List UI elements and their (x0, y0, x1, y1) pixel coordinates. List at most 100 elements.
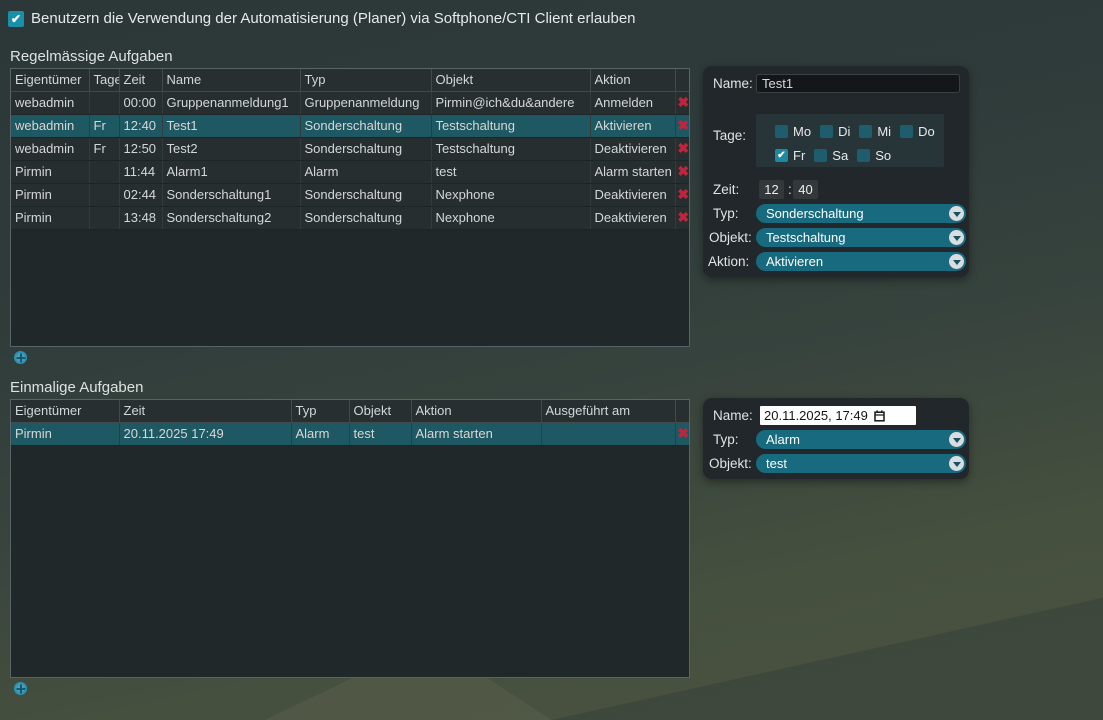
column-header: Name (162, 69, 300, 91)
day-label: Sa (832, 148, 848, 163)
day-label: So (875, 148, 891, 163)
day-checkbox-fr[interactable]: ✔ Fr (775, 148, 805, 163)
checkbox-icon[interactable] (900, 125, 913, 138)
cell-type: Alarm (300, 160, 431, 183)
cell-delete: ✖ (675, 91, 690, 114)
cell-name: Sonderschaltung1 (162, 183, 300, 206)
action-label: Aktion: (708, 254, 749, 269)
regular-tasks-title: Regelmässige Aufgaben (10, 48, 173, 65)
table-row[interactable]: Pirmin11:44Alarm1AlarmtestAlarm starten✖ (11, 160, 690, 183)
cell-action: Deaktivieren (590, 183, 675, 206)
cell-owner: webadmin (11, 137, 89, 160)
day-label: Fr (793, 148, 805, 163)
delete-task-icon[interactable]: ✖ (677, 94, 689, 110)
chevron-down-icon[interactable] (949, 206, 964, 221)
checkbox-icon[interactable] (857, 149, 870, 162)
day-checkbox-di[interactable]: Di (820, 124, 850, 139)
day-label: Mi (877, 124, 891, 139)
delete-task-icon[interactable]: ✖ (677, 425, 689, 441)
name-input[interactable] (756, 74, 960, 93)
time-separator: : (788, 182, 792, 197)
chevron-down-icon[interactable] (949, 432, 964, 447)
cell-object: test (349, 422, 411, 445)
calendar-icon[interactable] (874, 410, 885, 422)
type-select-value: Sonderschaltung (766, 206, 864, 221)
delete-task-icon[interactable]: ✖ (677, 163, 689, 179)
single-tasks-table: EigentümerZeitTypObjektAktionAusgeführt … (11, 400, 690, 446)
cell-time: 12:40 (119, 114, 162, 137)
checkbox-icon[interactable] (775, 125, 788, 138)
delete-task-icon[interactable]: ✖ (677, 117, 689, 133)
action-select[interactable]: Aktivieren (756, 252, 966, 271)
time-hour-input[interactable] (759, 180, 784, 199)
cell-time: 02:44 (119, 183, 162, 206)
regular-tasks-table: EigentümerTageZeitNameTypObjektAktion we… (11, 69, 690, 230)
cell-action: Alarm starten (411, 422, 541, 445)
type-select[interactable]: Alarm (756, 430, 966, 449)
chevron-down-icon[interactable] (949, 254, 964, 269)
day-checkbox-mo[interactable]: Mo (775, 124, 811, 139)
type-label: Typ: (713, 206, 739, 221)
delete-task-icon[interactable]: ✖ (677, 209, 689, 225)
table-row[interactable]: Pirmin20.11.2025 17:49AlarmtestAlarm sta… (11, 422, 690, 445)
cell-owner: webadmin (11, 91, 89, 114)
day-checkbox-do[interactable]: Do (900, 124, 935, 139)
column-header: Zeit (119, 69, 162, 91)
day-label: Mo (793, 124, 811, 139)
single-tasks-title: Einmalige Aufgaben (10, 379, 143, 396)
add-regular-task-button[interactable] (14, 351, 27, 364)
checkbox-icon[interactable] (859, 125, 872, 138)
table-row[interactable]: webadminFr12:50Test2SonderschaltungTests… (11, 137, 690, 160)
single-tasks-table-container: EigentümerZeitTypObjektAktionAusgeführt … (10, 399, 690, 678)
column-header: Typ (300, 69, 431, 91)
table-row[interactable]: Pirmin13:48Sonderschaltung2Sonderschaltu… (11, 206, 690, 229)
type-select[interactable]: Sonderschaltung (756, 204, 966, 223)
delete-task-icon[interactable]: ✖ (677, 186, 689, 202)
cell-type: Alarm (291, 422, 349, 445)
table-row[interactable]: Pirmin02:44Sonderschaltung1Sonderschaltu… (11, 183, 690, 206)
table-row[interactable]: webadmin00:00Gruppenanmeldung1Gruppenanm… (11, 91, 690, 114)
day-checkbox-sa[interactable]: Sa (814, 148, 848, 163)
chevron-down-icon[interactable] (949, 456, 964, 471)
add-single-task-button[interactable] (14, 682, 27, 695)
cell-days: Fr (89, 137, 119, 160)
cell-type: Sonderschaltung (300, 114, 431, 137)
object-select[interactable]: Testschaltung (756, 228, 966, 247)
cell-delete: ✖ (675, 183, 690, 206)
day-checkbox-mi[interactable]: Mi (859, 124, 891, 139)
allow-automation-checkbox[interactable]: ✔ (8, 11, 24, 27)
table-row[interactable]: webadminFr12:40Test1SonderschaltungTests… (11, 114, 690, 137)
cell-name: Test2 (162, 137, 300, 160)
cell-delete: ✖ (675, 137, 690, 160)
checkbox-icon[interactable] (820, 125, 833, 138)
datetime-input[interactable]: 20.11.2025, 17:49 (760, 406, 916, 425)
chevron-down-icon[interactable] (949, 230, 964, 245)
cell-delete: ✖ (675, 206, 690, 229)
time-label: Zeit: (713, 182, 739, 197)
day-label: Do (918, 124, 935, 139)
cell-type: Gruppenanmeldung (300, 91, 431, 114)
column-header: Aktion (411, 400, 541, 422)
allow-automation-label: Benutzern die Verwendung der Automatisie… (31, 10, 636, 27)
object-select[interactable]: test (756, 454, 966, 473)
cell-days (89, 160, 119, 183)
cell-owner: Pirmin (11, 183, 89, 206)
day-checkbox-so[interactable]: So (857, 148, 891, 163)
type-select-value: Alarm (766, 432, 800, 447)
checkbox-icon[interactable] (814, 149, 827, 162)
single-task-form-panel: Name: 20.11.2025, 17:49 Typ: Alarm Objek… (703, 398, 969, 479)
delete-task-icon[interactable]: ✖ (677, 140, 689, 156)
cell-time: 12:50 (119, 137, 162, 160)
cell-object: Testschaltung (431, 114, 590, 137)
object-label: Objekt: (709, 456, 752, 471)
cell-action: Deaktivieren (590, 137, 675, 160)
column-header: Eigentümer (11, 400, 119, 422)
cell-name: Test1 (162, 114, 300, 137)
type-label: Typ: (713, 432, 739, 447)
cell-days (89, 206, 119, 229)
time-minute-input[interactable] (793, 180, 818, 199)
days-label: Tage: (713, 128, 746, 143)
checkbox-icon[interactable]: ✔ (775, 149, 788, 162)
day-label: Di (838, 124, 850, 139)
cell-type: Sonderschaltung (300, 206, 431, 229)
